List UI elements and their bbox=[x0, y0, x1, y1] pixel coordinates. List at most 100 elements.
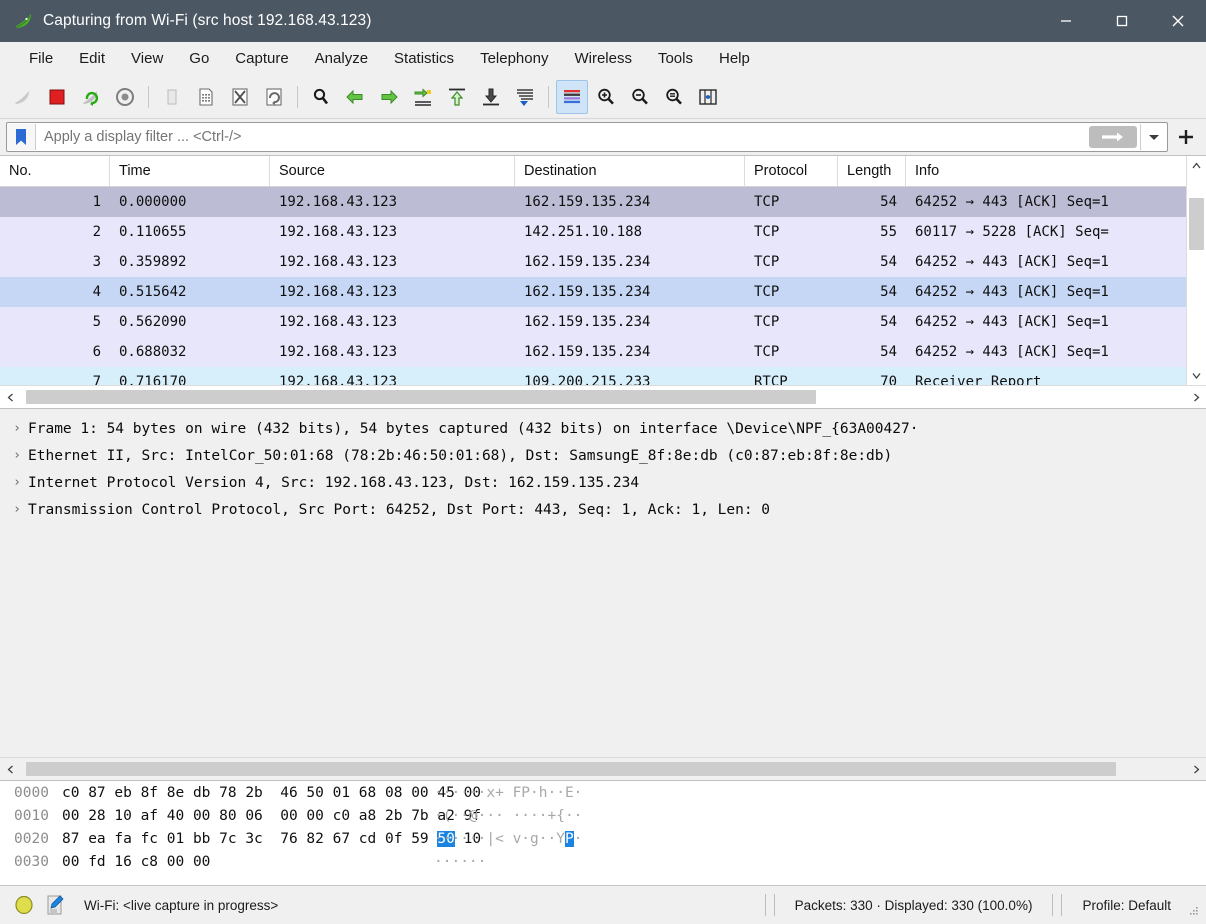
close-file-icon[interactable] bbox=[224, 80, 256, 114]
cell-source: 192.168.43.123 bbox=[279, 284, 398, 300]
capture-status-circle-icon[interactable] bbox=[0, 886, 34, 924]
maximize-button[interactable] bbox=[1094, 0, 1150, 42]
close-button[interactable] bbox=[1150, 0, 1206, 42]
column-header-protocol[interactable]: Protocol bbox=[745, 156, 838, 186]
detail-row-tcp-label: Transmission Control Protocol, Src Port:… bbox=[28, 501, 771, 518]
table-row[interactable]: 7 0.716170 192.168.43.123 109.200.215.23… bbox=[0, 367, 1186, 385]
packet-list-scroll-track[interactable] bbox=[1187, 175, 1206, 366]
column-header-source[interactable]: Source bbox=[270, 156, 515, 186]
go-forward-icon[interactable] bbox=[373, 80, 405, 114]
chevron-down-icon[interactable] bbox=[1187, 366, 1206, 385]
menu-item-wireless[interactable]: Wireless bbox=[561, 46, 645, 71]
display-filter-input-wrap[interactable] bbox=[6, 122, 1168, 152]
detail-row-frame[interactable]: › Frame 1: 54 bytes on wire (432 bits), … bbox=[0, 415, 1206, 442]
go-back-icon[interactable] bbox=[339, 80, 371, 114]
chevron-right-icon[interactable]: › bbox=[6, 421, 28, 436]
go-to-first-packet-icon[interactable] bbox=[441, 80, 473, 114]
menu-item-statistics[interactable]: Statistics bbox=[381, 46, 467, 71]
hex-bytes: 00 fd 16 c8 00 00 bbox=[62, 853, 211, 870]
table-row[interactable]: 1 0.000000 192.168.43.123 162.159.135.23… bbox=[0, 187, 1186, 217]
profile-status[interactable]: Profile: Default bbox=[1066, 886, 1187, 924]
hex-bytes: c0 87 eb 8f 8e db 78 2b 46 50 01 68 08 0… bbox=[62, 784, 482, 801]
packet-list-horizontal-scrollbar[interactable] bbox=[0, 385, 1206, 408]
wireshark-shark-fin-icon bbox=[14, 11, 34, 31]
hex-row[interactable]: 0030 00 fd 16 c8 00 00 ······ bbox=[0, 850, 1206, 873]
table-row[interactable]: 6 0.688032 192.168.43.123 162.159.135.23… bbox=[0, 337, 1186, 367]
menu-item-go[interactable]: Go bbox=[176, 46, 222, 71]
search-input[interactable] bbox=[36, 128, 1089, 146]
apply-filter-button[interactable] bbox=[1089, 126, 1137, 148]
chevron-down-icon[interactable] bbox=[1140, 124, 1167, 150]
menu-item-help[interactable]: Help bbox=[706, 46, 763, 71]
packet-details-hscroll-thumb[interactable] bbox=[26, 762, 1116, 776]
hex-row[interactable]: 0000 c0 87 eb 8f 8e db 78 2b 46 50 01 68… bbox=[0, 781, 1206, 804]
cell-length: 54 bbox=[880, 284, 897, 300]
packet-bytes-pane[interactable]: 0000 c0 87 eb 8f 8e db 78 2b 46 50 01 68… bbox=[0, 780, 1206, 885]
column-header-length[interactable]: Length bbox=[838, 156, 906, 186]
detail-row-ethernet-label: Ethernet II, Src: IntelCor_50:01:68 (78:… bbox=[28, 447, 893, 464]
column-header-no[interactable]: No. bbox=[0, 156, 110, 186]
hex-bytes: 00 28 10 af 40 00 80 06 00 00 c0 a8 2b 7… bbox=[62, 807, 482, 824]
reload-file-icon[interactable] bbox=[258, 80, 290, 114]
table-row[interactable]: 2 0.110655 192.168.43.123 142.251.10.188… bbox=[0, 217, 1186, 247]
detail-row-ethernet[interactable]: › Ethernet II, Src: IntelCor_50:01:68 (7… bbox=[0, 442, 1206, 469]
menu-item-tools[interactable]: Tools bbox=[645, 46, 706, 71]
go-to-last-packet-icon[interactable] bbox=[475, 80, 507, 114]
chevron-left-icon[interactable] bbox=[0, 387, 20, 407]
detail-row-tcp[interactable]: › Transmission Control Protocol, Src Por… bbox=[0, 496, 1206, 523]
zoom-reset-icon[interactable] bbox=[658, 80, 690, 114]
packet-list-hscroll-thumb[interactable] bbox=[26, 390, 816, 404]
stop-capture-icon[interactable] bbox=[41, 80, 73, 114]
menu-item-edit[interactable]: Edit bbox=[66, 46, 118, 71]
table-row[interactable]: 4 0.515642 192.168.43.123 162.159.135.23… bbox=[0, 277, 1186, 307]
capture-options-icon[interactable] bbox=[109, 80, 141, 114]
save-file-icon[interactable] bbox=[190, 80, 222, 114]
chevron-right-icon[interactable] bbox=[1186, 387, 1206, 407]
menu-item-view[interactable]: View bbox=[118, 46, 176, 71]
open-file-icon[interactable] bbox=[156, 80, 188, 114]
chevron-left-icon[interactable] bbox=[0, 759, 20, 779]
colorize-packet-list-icon[interactable] bbox=[556, 80, 588, 114]
resize-grip-icon[interactable] bbox=[1187, 904, 1201, 918]
go-to-packet-icon[interactable] bbox=[407, 80, 439, 114]
column-header-info[interactable]: Info bbox=[906, 156, 1186, 186]
auto-scroll-icon[interactable] bbox=[509, 80, 541, 114]
packet-list-hscroll-track[interactable] bbox=[20, 387, 1186, 407]
start-capture-icon[interactable] bbox=[7, 80, 39, 114]
packet-details-hscroll-track[interactable] bbox=[20, 759, 1186, 779]
menu-item-capture[interactable]: Capture bbox=[222, 46, 301, 71]
packet-list-vertical-scrollbar[interactable] bbox=[1186, 156, 1206, 385]
minimize-button[interactable] bbox=[1038, 0, 1094, 42]
cell-time: 0.716170 bbox=[119, 374, 187, 385]
plus-icon[interactable] bbox=[1172, 123, 1200, 151]
detail-row-ipv4[interactable]: › Internet Protocol Version 4, Src: 192.… bbox=[0, 469, 1206, 496]
find-packet-icon[interactable] bbox=[305, 80, 337, 114]
chevron-right-icon[interactable]: › bbox=[6, 448, 28, 463]
zoom-in-icon[interactable] bbox=[590, 80, 622, 114]
column-header-destination[interactable]: Destination bbox=[515, 156, 745, 186]
packet-list-body: No. Time Source Destination Protocol Len… bbox=[0, 156, 1206, 385]
zoom-out-icon[interactable] bbox=[624, 80, 656, 114]
chevron-up-icon[interactable] bbox=[1187, 156, 1206, 175]
packet-list-scroll-thumb[interactable] bbox=[1189, 198, 1204, 250]
bookmark-icon[interactable] bbox=[7, 124, 36, 150]
cell-source: 192.168.43.123 bbox=[279, 374, 398, 385]
hex-row[interactable]: 0010 00 28 10 af 40 00 80 06 00 00 c0 a8… bbox=[0, 804, 1206, 827]
hex-row[interactable]: 0020 87 ea fa fc 01 bb 7c 3c 76 82 67 cd… bbox=[0, 827, 1206, 850]
table-row[interactable]: 3 0.359892 192.168.43.123 162.159.135.23… bbox=[0, 247, 1186, 277]
column-header-time[interactable]: Time bbox=[110, 156, 270, 186]
chevron-right-icon[interactable]: › bbox=[6, 475, 28, 490]
menu-item-file[interactable]: File bbox=[16, 46, 66, 71]
menu-item-analyze[interactable]: Analyze bbox=[302, 46, 381, 71]
chevron-right-icon[interactable]: › bbox=[6, 502, 28, 517]
menu-item-telephony[interactable]: Telephony bbox=[467, 46, 561, 71]
chevron-right-icon[interactable] bbox=[1186, 759, 1206, 779]
hex-ascii-selected[interactable]: P bbox=[564, 830, 574, 847]
packet-details-horizontal-scrollbar[interactable] bbox=[0, 757, 1206, 780]
expert-info-icon[interactable] bbox=[34, 886, 64, 924]
restart-capture-icon[interactable] bbox=[75, 80, 107, 114]
cell-no: 5 bbox=[92, 314, 101, 330]
cell-info: Receiver Report bbox=[915, 374, 1042, 385]
table-row[interactable]: 5 0.562090 192.168.43.123 162.159.135.23… bbox=[0, 307, 1186, 337]
resize-columns-icon[interactable] bbox=[692, 80, 724, 114]
